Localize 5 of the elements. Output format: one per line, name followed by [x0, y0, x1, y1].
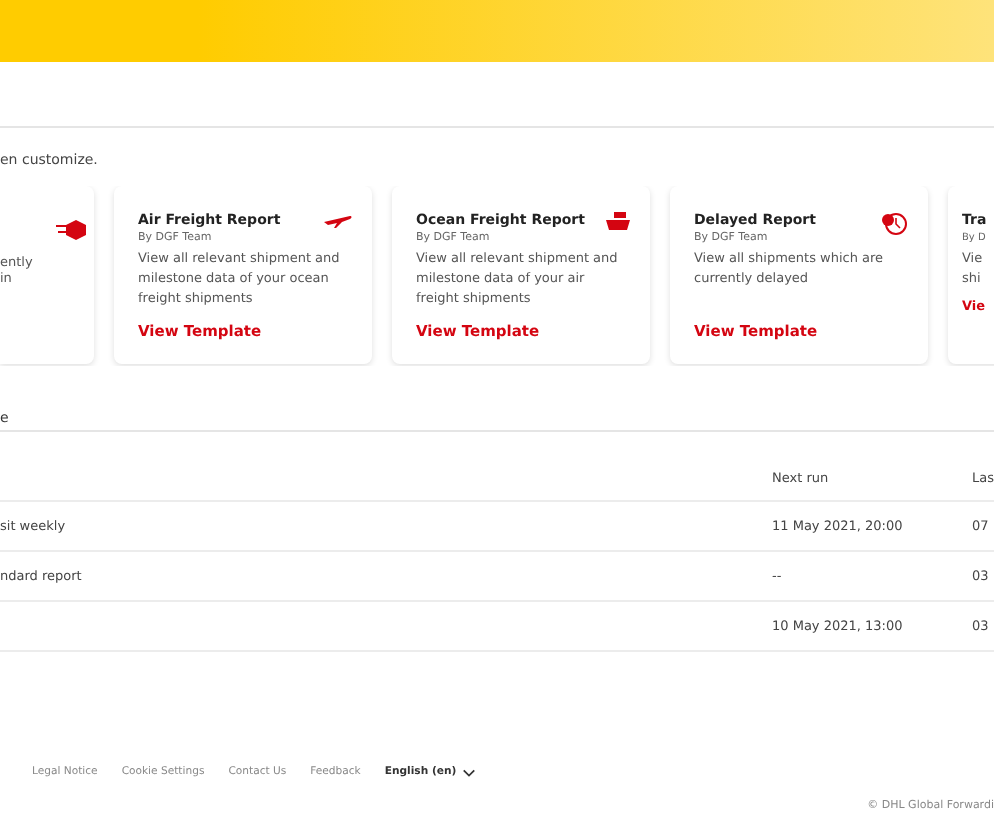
- clock-icon: [882, 212, 908, 236]
- ship-icon: [606, 212, 630, 230]
- chevron-down-icon: [462, 767, 477, 777]
- airplane-icon: [324, 212, 352, 228]
- box-icon: [56, 218, 88, 242]
